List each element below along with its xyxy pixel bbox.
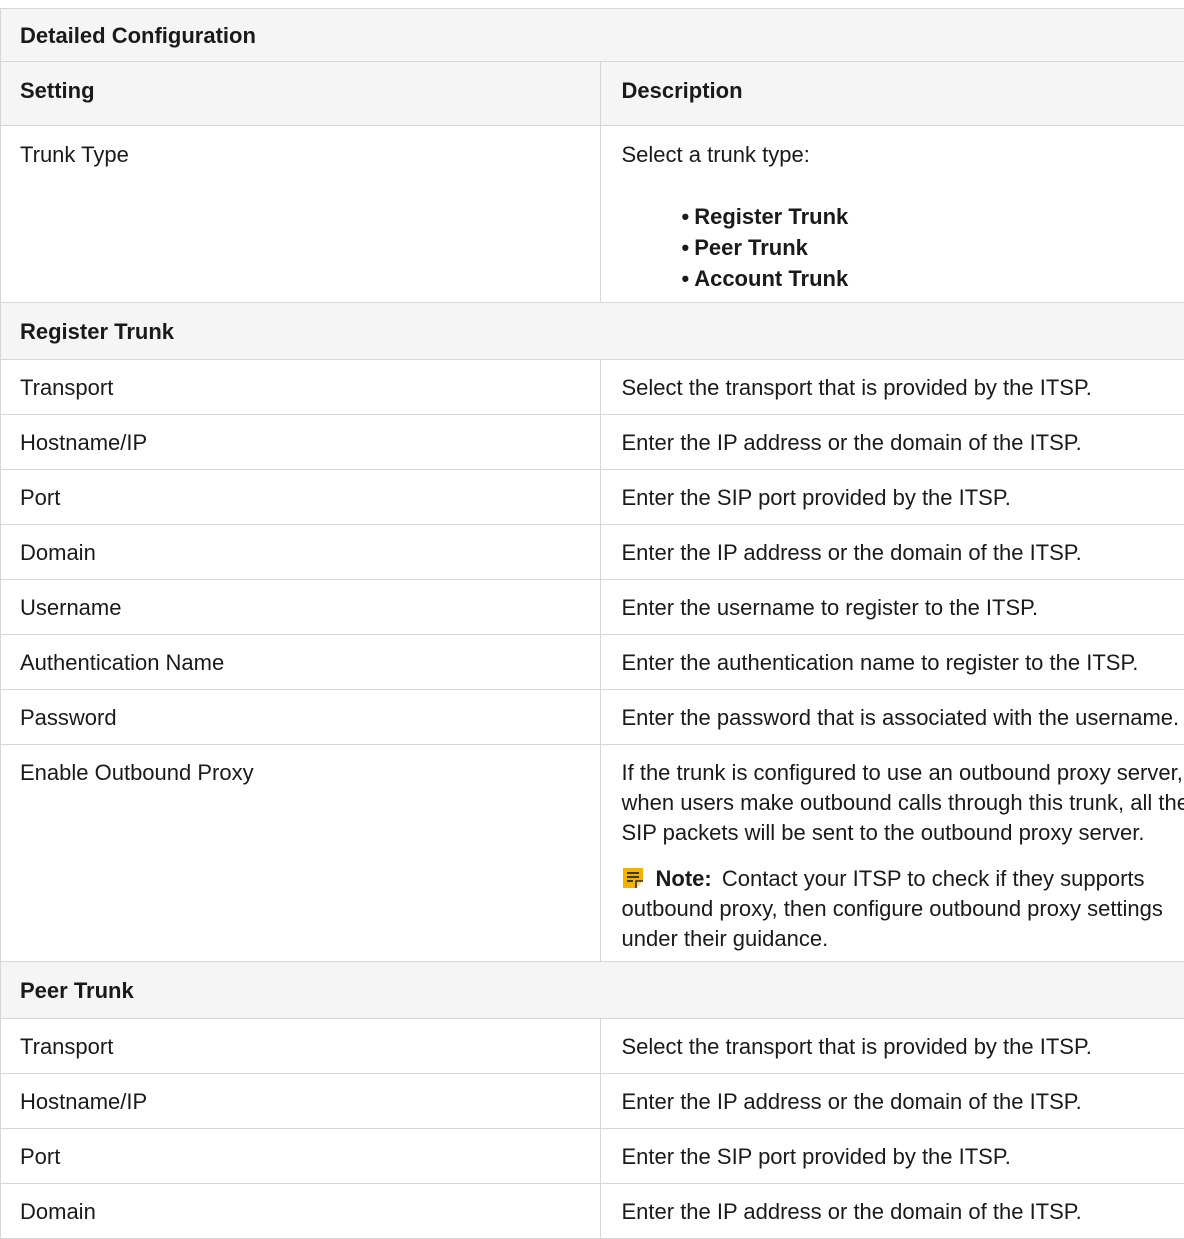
description-cell: Enter the IP address or the domain of th…: [600, 1074, 1184, 1129]
setting-cell: Hostname/IP: [1, 415, 601, 470]
trunk-type-option: Account Trunk: [694, 266, 848, 291]
description-cell: Select the transport that is provided by…: [600, 360, 1184, 415]
setting-cell: Hostname/IP: [1, 1074, 601, 1129]
description-cell: If the trunk is configured to use an out…: [600, 745, 1184, 962]
setting-cell: Authentication Name: [1, 635, 601, 690]
table-row: Transport Select the transport that is p…: [1, 1019, 1184, 1074]
bullet-icon: •: [682, 235, 690, 260]
table-title: Detailed Configuration: [1, 9, 1184, 62]
column-header-setting: Setting: [1, 62, 601, 126]
table-row: Password Enter the password that is asso…: [1, 690, 1184, 745]
setting-cell: Username: [1, 580, 601, 635]
bullet-icon: •: [682, 266, 690, 291]
description-cell: Select a trunk type: •Register Trunk •Pe…: [600, 126, 1184, 303]
description-text: Select a trunk type:: [622, 140, 1182, 170]
description-cell: Select the transport that is provided by…: [600, 1019, 1184, 1074]
setting-cell: Port: [1, 470, 601, 525]
column-header-description: Description: [600, 62, 1184, 126]
description-cell: Enter the username to register to the IT…: [600, 580, 1184, 635]
setting-cell: Trunk Type: [1, 126, 601, 303]
setting-cell: Transport: [1, 360, 601, 415]
list-item: •Account Trunk: [682, 263, 1182, 294]
table-row: Domain Enter the IP address or the domai…: [1, 1184, 1184, 1239]
trunk-type-option: Peer Trunk: [694, 235, 808, 260]
section-header-row: Peer Trunk: [1, 962, 1184, 1019]
setting-cell: Enable Outbound Proxy: [1, 745, 601, 962]
description-cell: Enter the authentication name to registe…: [600, 635, 1184, 690]
setting-cell: Domain: [1, 1184, 601, 1239]
setting-cell: Password: [1, 690, 601, 745]
section-title: Peer Trunk: [1, 962, 1184, 1019]
bullet-icon: •: [682, 204, 690, 229]
description-text: If the trunk is configured to use an out…: [622, 758, 1184, 848]
setting-cell: Port: [1, 1129, 601, 1184]
table-row: Port Enter the SIP port provided by the …: [1, 470, 1184, 525]
description-cell: Enter the password that is associated wi…: [600, 690, 1184, 745]
section-title: Register Trunk: [1, 303, 1184, 360]
note: Note: Contact your ITSP to check if they…: [622, 864, 1184, 954]
list-item: •Register Trunk: [682, 201, 1182, 232]
list-item: •Peer Trunk: [682, 232, 1182, 263]
table-row: Domain Enter the IP address or the domai…: [1, 525, 1184, 580]
configuration-table: Detailed Configuration Setting Descripti…: [0, 8, 1184, 1239]
table-row: Username Enter the username to register …: [1, 580, 1184, 635]
column-header-row: Setting Description: [1, 62, 1184, 126]
description-cell: Enter the IP address or the domain of th…: [600, 415, 1184, 470]
setting-cell: Domain: [1, 525, 601, 580]
note-label: Note:: [656, 866, 712, 891]
table-row: Enable Outbound Proxy If the trunk is co…: [1, 745, 1184, 962]
trunk-type-option: Register Trunk: [694, 204, 848, 229]
table-row: Hostname/IP Enter the IP address or the …: [1, 415, 1184, 470]
table-row: Port Enter the SIP port provided by the …: [1, 1129, 1184, 1184]
description-cell: Enter the IP address or the domain of th…: [600, 1184, 1184, 1239]
table-row: Transport Select the transport that is p…: [1, 360, 1184, 415]
description-cell: Enter the IP address or the domain of th…: [600, 525, 1184, 580]
table-title-row: Detailed Configuration: [1, 9, 1184, 62]
section-header-row: Register Trunk: [1, 303, 1184, 360]
table-row: Trunk Type Select a trunk type: •Registe…: [1, 126, 1184, 303]
description-cell: Enter the SIP port provided by the ITSP.: [600, 470, 1184, 525]
table-row: Authentication Name Enter the authentica…: [1, 635, 1184, 690]
description-cell: Enter the SIP port provided by the ITSP.: [600, 1129, 1184, 1184]
table-row: Hostname/IP Enter the IP address or the …: [1, 1074, 1184, 1129]
trunk-type-list: •Register Trunk •Peer Trunk •Account Tru…: [622, 201, 1182, 294]
note-icon: [622, 867, 644, 889]
setting-cell: Transport: [1, 1019, 601, 1074]
